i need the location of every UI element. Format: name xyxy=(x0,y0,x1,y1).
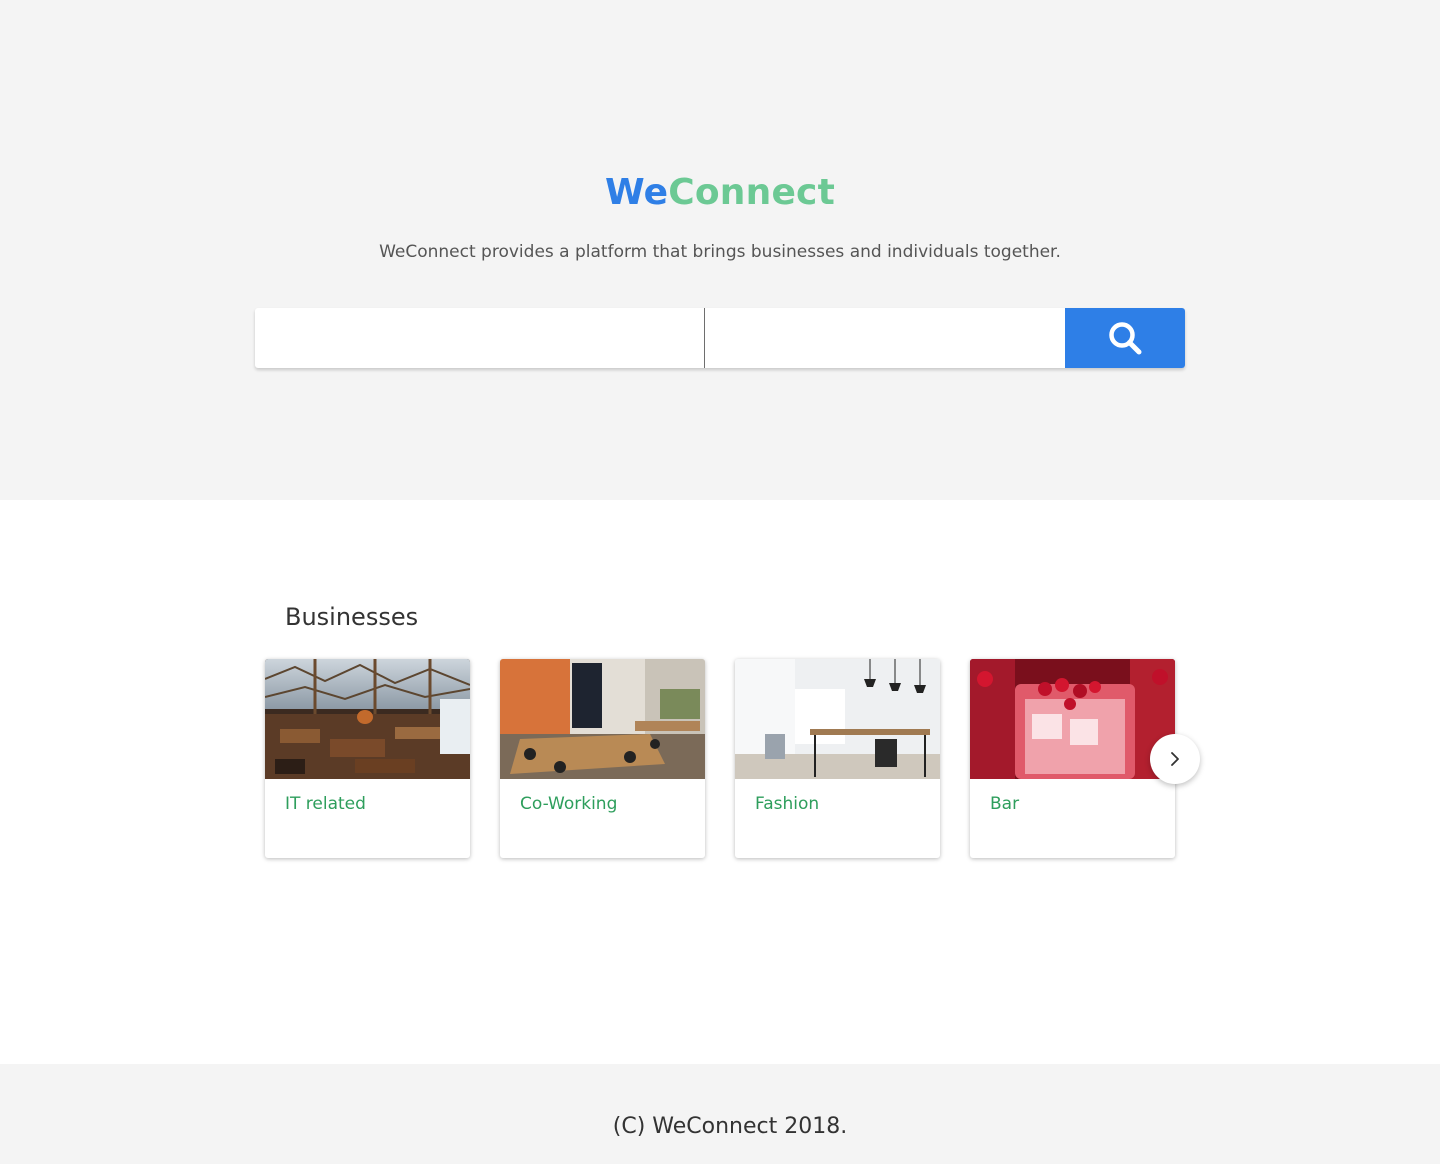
red-drink-photo xyxy=(970,659,1175,779)
carousel-next-button[interactable] xyxy=(1150,734,1200,784)
chevron-right-icon xyxy=(1171,752,1179,766)
brand-we: We xyxy=(604,172,669,213)
business-card-label: IT related xyxy=(285,794,366,814)
business-card-label: Fashion xyxy=(755,794,820,814)
businesses-heading: Businesses xyxy=(285,603,419,631)
tagline: WeConnect provides a platform that bring… xyxy=(379,242,1061,262)
brand-connect: Connect xyxy=(668,172,836,213)
meeting-room-photo xyxy=(500,659,705,779)
business-card-fashion[interactable]: Fashion xyxy=(735,659,940,858)
business-card-co-working[interactable]: Co-Working xyxy=(500,659,705,858)
search-button[interactable] xyxy=(1065,308,1185,368)
business-card-label: Co-Working xyxy=(520,794,618,814)
search-input-location[interactable] xyxy=(705,308,1065,368)
business-card-it-related[interactable]: IT related xyxy=(265,659,470,858)
footer-copyright: (C) WeConnect 2018. xyxy=(612,1114,848,1139)
business-card-label: Bar xyxy=(990,794,1020,814)
search-bar xyxy=(255,308,1185,368)
search-input-keyword[interactable] xyxy=(255,308,705,368)
search-icon xyxy=(1109,322,1142,355)
hero-section: WeConnect WeConnect provides a platform … xyxy=(0,0,1440,500)
footer: (C) WeConnect 2018. xyxy=(0,1064,1440,1164)
white-office-photo xyxy=(735,659,940,779)
cafe-interior-photo xyxy=(265,659,470,779)
brand-logo: WeConnect xyxy=(0,170,1440,216)
business-card-bar[interactable]: Bar xyxy=(970,659,1175,858)
